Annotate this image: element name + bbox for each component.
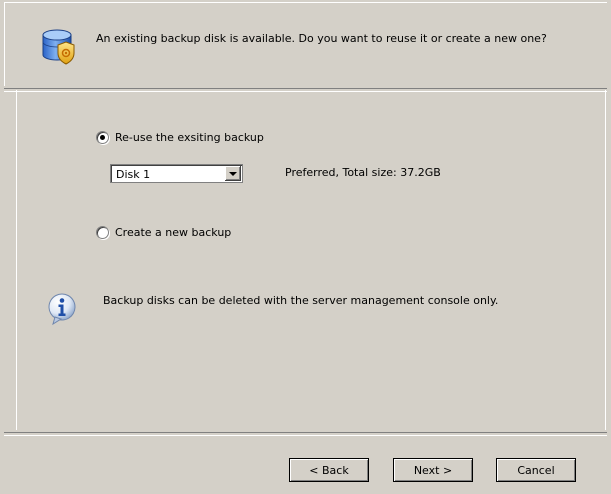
info-message: Backup disks can be deleted with the ser… xyxy=(103,294,499,307)
backup-disk-shield-icon xyxy=(40,28,78,66)
chevron-down-icon xyxy=(229,171,237,176)
backup-wizard-dialog: An existing backup disk is available. Do… xyxy=(0,0,611,494)
create-backup-label: Create a new backup xyxy=(115,226,232,239)
disk-select[interactable]: Disk 1 xyxy=(110,164,243,183)
reuse-backup-radio[interactable] xyxy=(96,131,109,144)
create-backup-radio[interactable] xyxy=(96,226,109,239)
info-icon xyxy=(46,292,78,326)
disk-info-text: Preferred, Total size: 37.2GB xyxy=(285,166,441,179)
reuse-backup-label: Re-use the exsiting backup xyxy=(115,131,264,144)
reuse-backup-option[interactable]: Re-use the exsiting backup xyxy=(96,131,264,144)
content-border-left xyxy=(16,90,17,430)
create-backup-option[interactable]: Create a new backup xyxy=(96,226,231,239)
header-message: An existing backup disk is available. Do… xyxy=(96,32,547,45)
next-button[interactable]: Next > xyxy=(393,458,473,482)
cancel-button[interactable]: Cancel xyxy=(496,458,576,482)
wizard-content xyxy=(4,90,607,430)
back-button[interactable]: < Back xyxy=(289,458,369,482)
content-border-right xyxy=(605,90,606,430)
wizard-header: An existing backup disk is available. Do… xyxy=(4,2,607,86)
footer-separator xyxy=(4,432,607,436)
disk-select-dropdown-button[interactable] xyxy=(225,166,241,181)
disk-select-value: Disk 1 xyxy=(116,168,151,181)
